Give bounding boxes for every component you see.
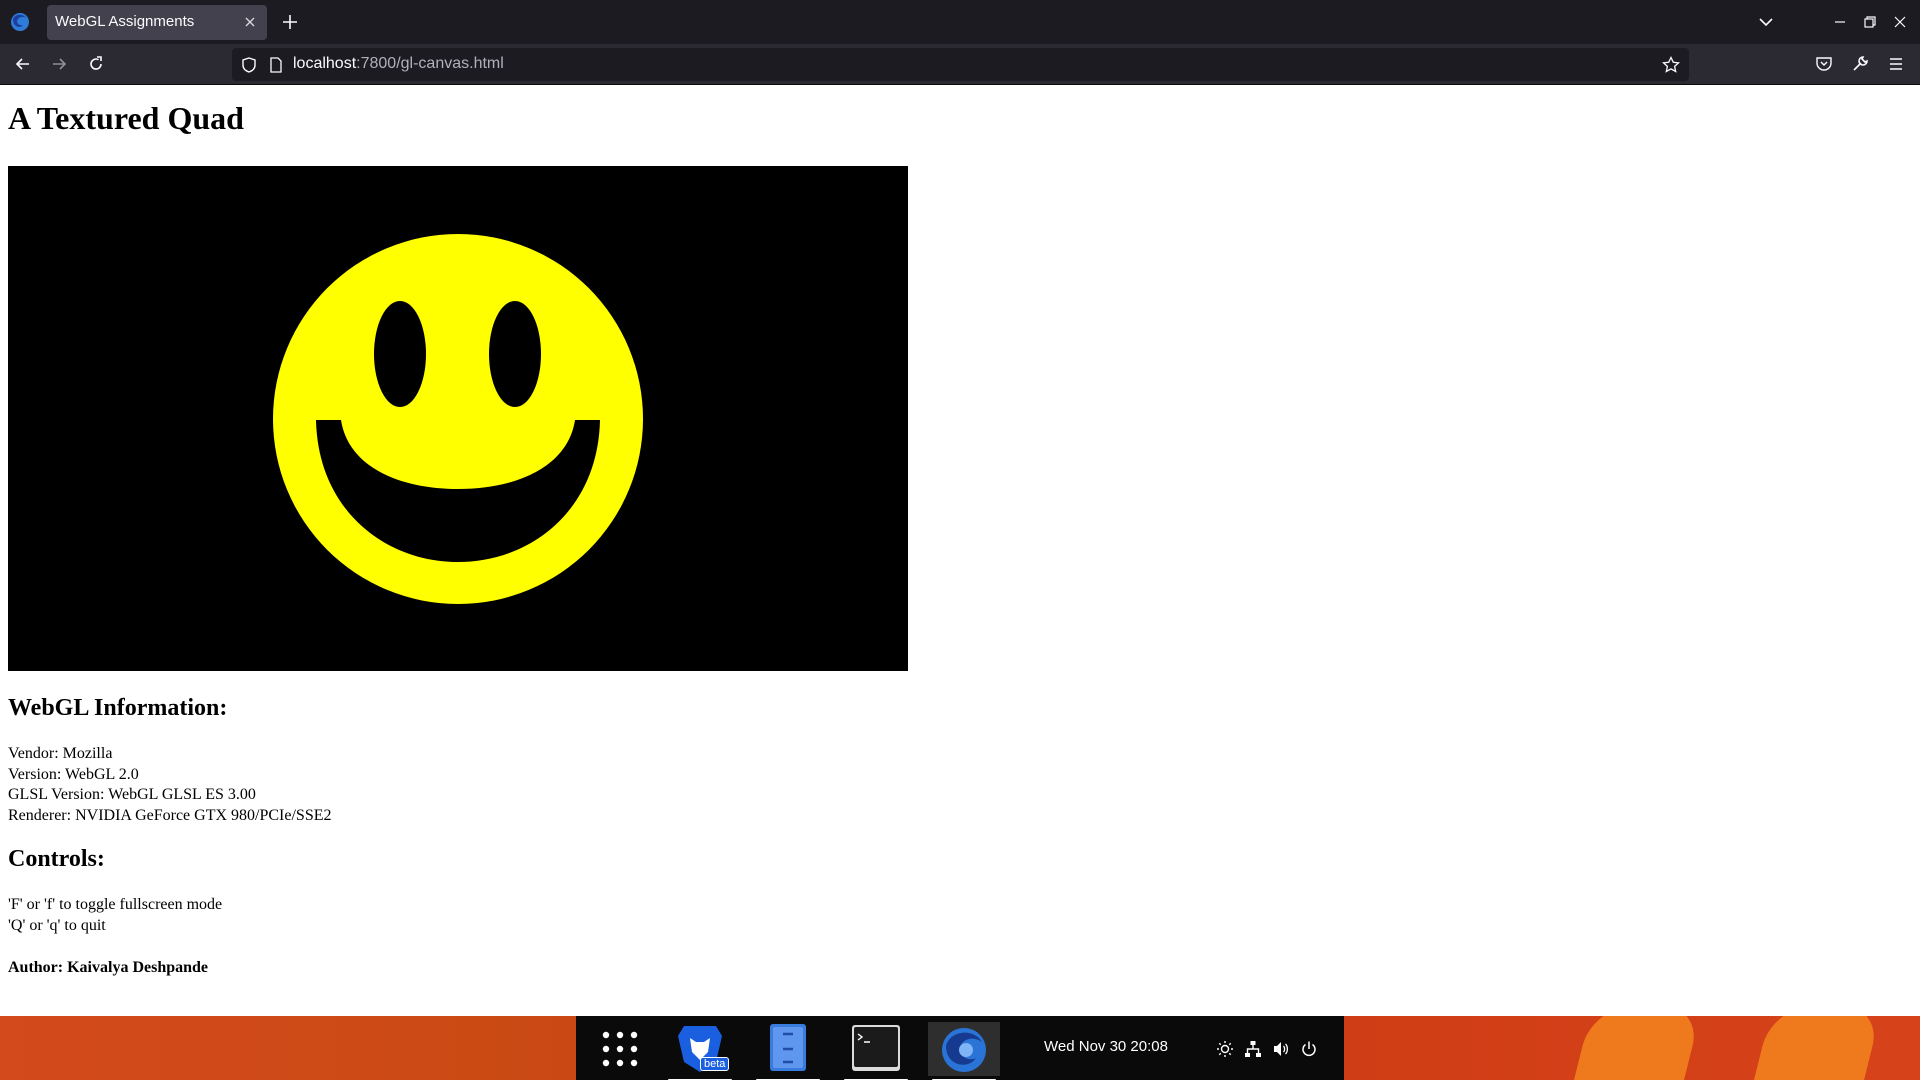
shield-icon[interactable]	[240, 56, 258, 74]
dock: beta Wed Nov 30 20:08	[576, 1016, 1344, 1080]
webgl-info-heading: WebGL Information:	[8, 695, 228, 721]
wallpaper-stripe	[1747, 1016, 1883, 1080]
wallpaper-stripe	[1567, 1016, 1703, 1080]
author-text: Author: Kaivalya Deshpande	[8, 959, 209, 976]
new-tab-icon[interactable]	[280, 12, 300, 32]
firefox-icon[interactable]	[10, 12, 30, 32]
desktop-background: beta Wed Nov 30 20:08	[0, 1016, 1920, 1080]
reload-icon[interactable]	[85, 53, 107, 75]
dock-app-firefox[interactable]	[928, 1022, 1000, 1080]
url-host: localhost	[293, 55, 357, 72]
webgl-canvas[interactable]	[8, 166, 908, 671]
clock-datetime[interactable]: Wed Nov 30 20:08	[1044, 1038, 1168, 1055]
control-fullscreen-text: 'F' or 'f' to toggle fullscreen mode	[8, 896, 223, 913]
vendor-text: Vendor: Mozilla	[8, 745, 113, 762]
restore-icon[interactable]	[1860, 12, 1880, 32]
tab-bar: WebGL Assignments	[0, 0, 1920, 44]
dock-app-files[interactable]	[752, 1022, 824, 1080]
app-grid-icon	[602, 1031, 638, 1067]
dock-app-terminal[interactable]	[840, 1022, 912, 1080]
address-bar[interactable]: localhost:7800/gl-canvas.html	[232, 48, 1689, 81]
forward-arrow-icon[interactable]	[48, 53, 70, 75]
url-path: :7800/gl-canvas.html	[356, 55, 504, 72]
volume-icon[interactable]	[1272, 1040, 1290, 1058]
pocket-icon[interactable]	[1814, 54, 1834, 74]
control-quit-text: 'Q' or 'q' to quit	[8, 917, 106, 934]
hamburger-menu-icon[interactable]	[1886, 54, 1906, 74]
version-text: Version: WebGL 2.0	[8, 766, 139, 783]
beta-badge: beta	[700, 1057, 730, 1071]
smiley-face-texture	[273, 234, 643, 604]
renderer-text: Renderer: NVIDIA GeForce GTX 980/PCIe/SS…	[8, 807, 332, 824]
page-icon[interactable]	[268, 56, 284, 74]
url-text[interactable]: localhost:7800/gl-canvas.html	[293, 55, 504, 73]
page-title: A Textured Quad	[8, 100, 244, 136]
navigation-toolbar: localhost:7800/gl-canvas.html	[0, 44, 1920, 85]
minimize-icon[interactable]	[1830, 12, 1850, 32]
tab-webgl-assignments[interactable]: WebGL Assignments	[47, 5, 267, 40]
dock-app-brave-beta[interactable]: beta	[664, 1022, 736, 1080]
chevron-down-icon[interactable]	[1756, 12, 1776, 32]
firefox-icon	[942, 1028, 986, 1072]
close-window-icon[interactable]	[1890, 12, 1910, 32]
controls-heading: Controls:	[8, 846, 105, 872]
tab-title: WebGL Assignments	[55, 13, 195, 30]
brightness-icon[interactable]	[1216, 1040, 1234, 1058]
power-icon[interactable]	[1300, 1040, 1318, 1058]
files-cabinet-icon	[770, 1024, 806, 1071]
bookmark-star-icon[interactable]	[1661, 55, 1681, 75]
network-icon[interactable]	[1244, 1040, 1262, 1058]
app-grid-button[interactable]	[584, 1022, 656, 1076]
close-tab-icon[interactable]	[241, 13, 259, 31]
web-page: A Textured Quad WebGL Information: Vendo…	[0, 86, 1920, 1016]
terminal-icon	[852, 1025, 900, 1071]
wrench-icon[interactable]	[1850, 54, 1870, 74]
glsl-version-text: GLSL Version: WebGL GLSL ES 3.00	[8, 786, 256, 803]
back-arrow-icon[interactable]	[12, 53, 34, 75]
